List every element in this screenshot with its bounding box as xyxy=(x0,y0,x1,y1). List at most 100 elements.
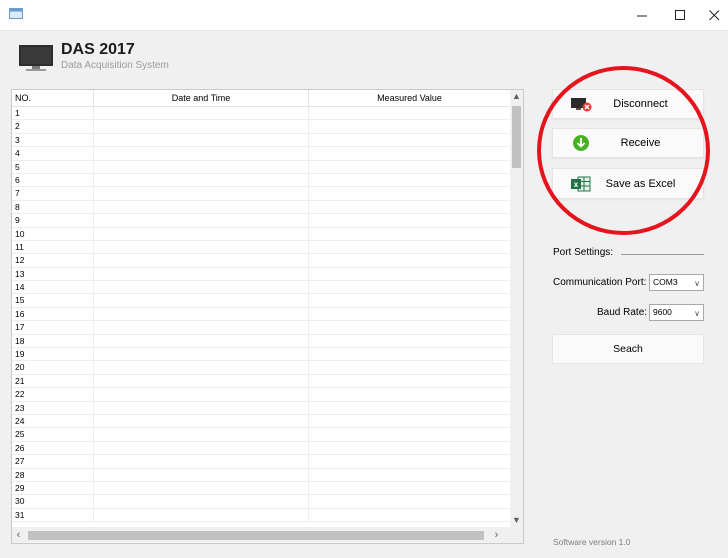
date-time-cell xyxy=(94,481,309,495)
table-row[interactable]: 20 xyxy=(12,361,510,375)
measured-value-cell xyxy=(309,375,510,387)
scroll-right-icon[interactable]: › xyxy=(490,527,503,543)
receive-button[interactable]: Receive xyxy=(552,128,704,158)
scroll-up-icon[interactable]: ▲ xyxy=(510,90,523,103)
table-row[interactable]: 17 xyxy=(12,321,510,335)
row-number: 5 xyxy=(12,160,94,173)
measured-value-cell xyxy=(309,509,510,521)
scrollbar-corner xyxy=(510,527,523,543)
date-time-cell xyxy=(94,508,309,522)
row-number: 31 xyxy=(12,508,94,522)
minimize-button[interactable] xyxy=(628,4,656,26)
measured-value-cell xyxy=(309,428,510,440)
scroll-left-icon[interactable]: ‹ xyxy=(12,527,25,543)
row-number: 7 xyxy=(12,187,94,200)
maximize-button[interactable] xyxy=(666,4,694,26)
table-row[interactable]: 10 xyxy=(12,227,510,241)
row-number: 20 xyxy=(12,361,94,374)
baud-rate-select[interactable]: 9600 ∨ xyxy=(649,304,704,321)
search-button[interactable]: Seach xyxy=(552,334,704,364)
column-header-date-time[interactable]: Date and Time xyxy=(94,90,309,106)
table-row[interactable]: 12 xyxy=(12,254,510,268)
row-number: 4 xyxy=(12,147,94,160)
title-bar xyxy=(0,0,728,31)
save-as-excel-label: Save as Excel xyxy=(605,177,676,190)
table-row[interactable]: 15 xyxy=(12,294,510,308)
data-table[interactable]: NO. Date and Time Measured Value 1234567… xyxy=(11,89,524,544)
table-row[interactable]: 18 xyxy=(12,334,510,349)
row-number: 15 xyxy=(12,294,94,307)
table-row[interactable]: 4 xyxy=(12,147,510,161)
table-row[interactable]: 31 xyxy=(12,508,510,523)
table-row[interactable]: 9 xyxy=(12,214,510,228)
table-row[interactable]: 7 xyxy=(12,187,510,201)
date-time-cell xyxy=(94,334,309,348)
scroll-down-icon[interactable]: ▼ xyxy=(510,514,523,527)
measured-value-cell xyxy=(309,308,510,320)
chevron-down-icon: ∨ xyxy=(694,279,700,288)
table-row[interactable]: 23 xyxy=(12,401,510,415)
monitor-icon xyxy=(19,45,53,71)
vertical-scrollbar[interactable]: ▲ ▼ xyxy=(510,90,523,527)
table-row[interactable]: 8 xyxy=(12,200,510,215)
table-row[interactable]: 14 xyxy=(12,281,510,295)
date-time-cell xyxy=(94,147,309,160)
row-number: 2 xyxy=(12,120,94,133)
row-number: 11 xyxy=(12,240,94,254)
table-row[interactable]: 21 xyxy=(12,374,510,389)
table-row[interactable]: 1 xyxy=(12,107,510,121)
column-header-no[interactable]: NO. xyxy=(12,90,94,106)
table-row[interactable]: 16 xyxy=(12,307,510,322)
table-row[interactable]: 3 xyxy=(12,133,510,148)
table-row[interactable]: 11 xyxy=(12,240,510,255)
chevron-down-icon: ∨ xyxy=(694,309,700,318)
row-number: 22 xyxy=(12,388,94,401)
date-time-cell xyxy=(94,254,309,267)
date-time-cell xyxy=(94,388,309,401)
table-row[interactable]: 24 xyxy=(12,414,510,429)
row-number: 9 xyxy=(12,214,94,227)
table-row[interactable]: 25 xyxy=(12,428,510,442)
horizontal-scroll-thumb[interactable] xyxy=(28,531,484,540)
measured-value-cell xyxy=(309,147,510,159)
date-time-cell xyxy=(94,401,309,414)
excel-icon: x xyxy=(570,175,592,193)
measured-value-cell xyxy=(309,281,510,293)
table-row[interactable]: 2 xyxy=(12,120,510,134)
table-header: NO. Date and Time Measured Value xyxy=(12,90,510,107)
table-row[interactable]: 29 xyxy=(12,481,510,496)
vertical-scroll-thumb[interactable] xyxy=(512,106,521,168)
row-number: 19 xyxy=(12,348,94,361)
row-number: 12 xyxy=(12,254,94,267)
measured-value-cell xyxy=(309,469,510,481)
row-number: 23 xyxy=(12,401,94,414)
measured-value-cell xyxy=(309,442,510,454)
column-header-measured-value[interactable]: Measured Value xyxy=(309,90,510,106)
measured-value-cell xyxy=(309,402,510,414)
date-time-cell xyxy=(94,441,309,455)
measured-value-cell xyxy=(309,241,510,253)
table-row[interactable]: 19 xyxy=(12,348,510,362)
table-row[interactable]: 27 xyxy=(12,455,510,469)
save-as-excel-button[interactable]: x Save as Excel xyxy=(552,168,704,199)
table-row[interactable]: 6 xyxy=(12,173,510,188)
table-row[interactable]: 5 xyxy=(12,160,510,174)
table-row[interactable]: 22 xyxy=(12,388,510,402)
date-time-cell xyxy=(94,267,309,281)
table-row[interactable]: 30 xyxy=(12,495,510,509)
table-row[interactable]: 13 xyxy=(12,267,510,282)
close-button[interactable] xyxy=(700,4,728,26)
date-time-cell xyxy=(94,227,309,240)
date-time-cell xyxy=(94,187,309,200)
date-time-cell xyxy=(94,321,309,334)
port-settings-heading: Port Settings: xyxy=(553,247,614,258)
communication-port-select[interactable]: COM3 ∨ xyxy=(649,274,704,291)
horizontal-scrollbar[interactable]: ‹ › xyxy=(12,527,510,543)
date-time-cell xyxy=(94,374,309,388)
table-row[interactable]: 28 xyxy=(12,468,510,482)
disconnect-button[interactable]: Disconnect xyxy=(552,89,704,119)
row-number: 8 xyxy=(12,200,94,214)
row-number: 27 xyxy=(12,455,94,468)
date-time-cell xyxy=(94,348,309,361)
table-row[interactable]: 26 xyxy=(12,441,510,456)
